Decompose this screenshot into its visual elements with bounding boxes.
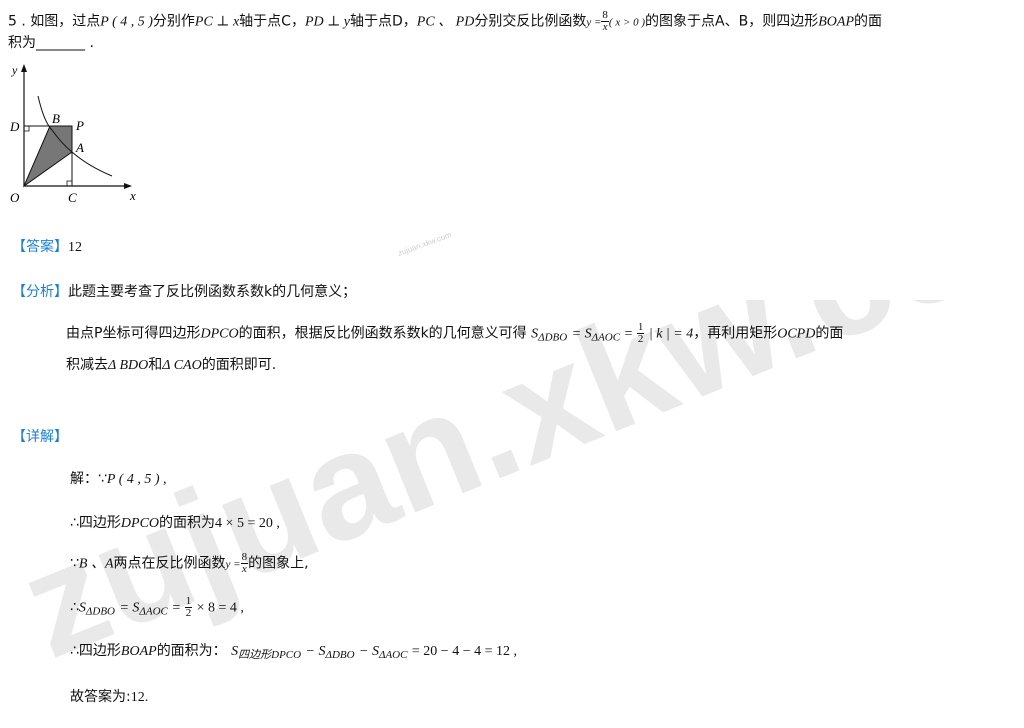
solution-s5-tail: = 20 − 4 − 4 = 12 , [411, 644, 517, 659]
right-angle-C [66, 180, 72, 186]
formula-S2-sub: ΔAOC [591, 331, 621, 344]
solution-s5-sub2: ΔDBO [325, 649, 355, 661]
solution-s4-eq: = S [119, 600, 140, 616]
solution-s3-den: x [241, 563, 247, 575]
question-text-c: 轴于点C， [239, 13, 305, 30]
analysis-summary-line: 【分析】此题主要考查了反比例函数系数k的几何意义； [12, 281, 356, 301]
label-O: O [10, 190, 20, 205]
analysis-detail-d: 的面 [815, 325, 844, 342]
question-text-g: 的面 [854, 13, 882, 30]
solution-s2-a: ∴四边形 [70, 515, 121, 531]
label-A: A [75, 140, 84, 155]
analysis-tag: 【分析】 [12, 284, 68, 300]
solution-s1-b: P ( 4 , 5 ) , [106, 472, 167, 487]
formula-k: | k | = 4 [648, 326, 694, 342]
solution-step-1: 解：∵P ( 4 , 5 ) , [70, 468, 167, 488]
formula-eq1: = S [571, 326, 592, 342]
analysis-detail-c: ，再利用矩形 [693, 325, 778, 342]
solution-s2-c: 的面积为 [159, 515, 216, 531]
label-B: B [52, 111, 60, 126]
solution-s3-c: 两点在反比例函数 [113, 555, 226, 572]
label-D: D [9, 119, 20, 134]
analysis-detail-e: 积减去 [66, 357, 108, 373]
func-denominator: x [602, 21, 608, 33]
question-text-e: 分别交反比例函数 [474, 13, 587, 30]
solution-s4-sub1: ΔDBO [85, 605, 115, 618]
analysis-detail-b: 的面积，根据反比例函数系数k的几何意义可得 [238, 325, 527, 342]
solution-s4-eq2: = [172, 600, 181, 616]
right-angle-D [24, 126, 30, 132]
question-number-intro: 5 . 如图，过点 [8, 13, 101, 30]
solution-s4-sub2: ΔAOC [139, 605, 168, 618]
answer-line: 【答案】12 [12, 236, 82, 256]
label-y: y [11, 63, 18, 77]
solution-s4-den: 2 [185, 607, 192, 619]
solution-s1-a: 解：∵ [70, 471, 107, 487]
analysis-summary: 此题主要考查了反比例函数系数k的几何意义； [68, 284, 357, 300]
answer-tag: 【答案】 [12, 239, 68, 255]
solution-s5-sub: 四边形DPCO [238, 649, 302, 661]
question-text-b: 分别作 [152, 13, 195, 30]
solution-s3-b: B 、A [78, 556, 114, 572]
quad-BOAP: BOAP [818, 14, 854, 30]
solution-s2-b: DPCO [120, 516, 160, 531]
solution-s3-e: 的图象上, [248, 555, 309, 572]
half-fraction: 12 [636, 322, 645, 345]
solution-s5-c: 的面积为： [156, 643, 227, 659]
solution-step-4: ∴SΔDBO = SΔAOC = 12 × 8 = 4 , [70, 596, 244, 619]
analysis-detail-g: 的面积即可. [201, 357, 277, 373]
watermark-stamp: zujuan.xkw.com [397, 232, 453, 258]
solution-s4-S: S [78, 600, 86, 616]
label-C: C [68, 190, 77, 205]
formula-eq2: = [624, 326, 633, 342]
solution-step-3: ∵B 、A两点在反比例函数y = 8 x 的图象上, [70, 552, 309, 575]
solution-s4-tail: × 8 = 4 , [196, 600, 244, 616]
triangle-CAO: Δ CAO [162, 358, 202, 373]
formula-S1-sub: ΔDBO [538, 331, 568, 344]
solution-step-6: 故答案为:12. [70, 686, 148, 706]
solution-s5-b: BOAP [120, 644, 157, 659]
analysis-detail-f: 和 [148, 357, 163, 373]
y-axis-arrow [21, 64, 27, 72]
solution-s6-b: 12. [130, 690, 149, 705]
solution-s4-fraction: 12 [184, 596, 193, 619]
solution-s5-sub3: ΔAOC [378, 649, 408, 661]
question-text-f: 的图象于点A、B，则四边形 [645, 13, 819, 30]
analysis-detail-line-2: 积减去Δ BDO和Δ CAO的面积即可. [66, 354, 276, 374]
answer-value: 12 [68, 240, 82, 255]
solution-s3-d: y = [225, 558, 241, 571]
solution-s2-d: 4 × 5 = 20 , [215, 516, 280, 531]
solution-s3-fraction: 8x [240, 552, 249, 575]
func-y: y = [586, 16, 602, 29]
pc-perp-x: PC ⊥ x [194, 14, 240, 30]
question-line-1: 5 . 如图，过点P ( 4 , 5 )分别作PC ⊥ x轴于点C，PD ⊥ y… [8, 10, 882, 33]
quad-BOAP-shade [22, 125, 73, 188]
label-P: P [75, 118, 84, 133]
question-text-d: 轴于点D， [350, 13, 417, 30]
func-condition: ( x > 0 ) [608, 16, 646, 29]
solution-s6-a: 故答案为: [70, 689, 131, 705]
func-fraction: 8x [601, 10, 609, 33]
solution-s4-a: ∴ [70, 599, 79, 616]
solution-s3-a: ∵ [70, 555, 79, 572]
rect-OCPD: OCPD [777, 326, 816, 342]
solution-s5-mid2: − S [359, 644, 379, 659]
pc-pd: PC 、 PD [416, 14, 475, 30]
solution-s5-a: ∴四边形 [70, 643, 121, 659]
solution-step-2: ∴四边形DPCO的面积为4 × 5 = 20 , [70, 512, 280, 532]
solution-step-5: ∴四边形BOAP的面积为： S四边形DPCO − SΔDBO − SΔAOC =… [70, 640, 517, 662]
half-den: 2 [637, 333, 644, 345]
solution-s5-mid: − S [305, 644, 326, 659]
question-line-2: 积为_______ . [8, 35, 94, 51]
pd-perp-y: PD ⊥ y [304, 14, 350, 30]
triangle-BDO: Δ BDO [108, 358, 149, 373]
watermark-stamp-text: zujuan.xkw.com [397, 232, 453, 258]
point-P-coords: P ( 4 , 5 ) [100, 14, 153, 30]
label-x: x [129, 188, 136, 203]
quad-DPCO: DPCO [200, 326, 239, 342]
analysis-detail-line-1: 由点P坐标可得四边形DPCO的面积，根据反比例函数系数k的几何意义可得 SΔDB… [66, 322, 843, 345]
geometry-figure: y x O C D B P A [9, 63, 136, 205]
analysis-detail-a: 由点P坐标可得四边形 [66, 325, 201, 342]
solution-tag: 【详解】 [12, 429, 68, 445]
